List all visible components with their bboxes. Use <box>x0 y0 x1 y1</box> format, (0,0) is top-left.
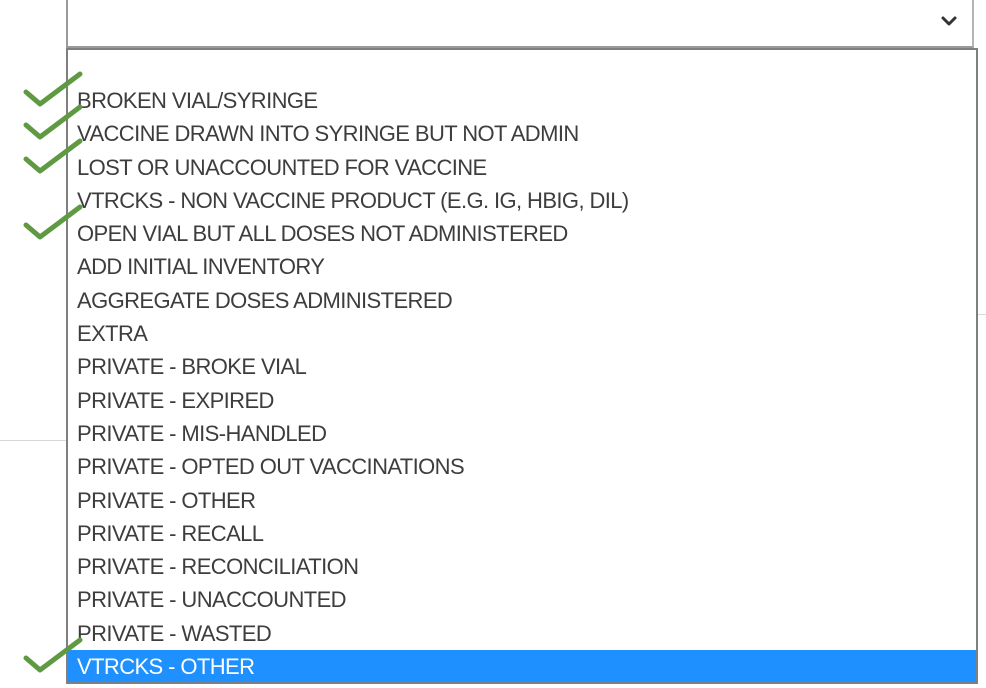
dropdown-option[interactable]: PRIVATE - WASTED <box>68 617 976 650</box>
dropdown-option[interactable]: AGGREGATE DOSES ADMINISTERED <box>68 284 976 317</box>
dropdown-option[interactable]: EXTRA <box>68 317 976 350</box>
dropdown-option[interactable]: PRIVATE - BROKE VIAL <box>68 350 976 383</box>
dropdown-option[interactable]: PRIVATE - EXPIRED <box>68 384 976 417</box>
dropdown-option[interactable]: ADD INITIAL INVENTORY <box>68 250 976 283</box>
dropdown-option[interactable]: VACCINE DRAWN INTO SYRINGE BUT NOT ADMIN <box>68 117 976 150</box>
dropdown-option[interactable]: BROKEN VIAL/SYRINGE <box>68 84 976 117</box>
chevron-down-icon[interactable] <box>940 14 958 28</box>
dropdown-option[interactable]: PRIVATE - RECONCILIATION <box>68 550 976 583</box>
reason-dropdown-list[interactable]: BROKEN VIAL/SYRINGE VACCINE DRAWN INTO SY… <box>66 48 978 684</box>
dropdown-option[interactable]: VTRCKS - NON VACCINE PRODUCT (E.G. IG, H… <box>68 184 976 217</box>
dropdown-option[interactable]: PRIVATE - MIS-HANDLED <box>68 417 976 450</box>
reason-select[interactable] <box>66 0 974 48</box>
dropdown-option[interactable]: PRIVATE - RECALL <box>68 517 976 550</box>
dropdown-option[interactable]: LOST OR UNACCOUNTED FOR VACCINE <box>68 151 976 184</box>
option-list: BROKEN VIAL/SYRINGE VACCINE DRAWN INTO SY… <box>68 50 976 682</box>
background-divider <box>0 440 66 441</box>
dropdown-option[interactable]: PRIVATE - UNACCOUNTED <box>68 583 976 616</box>
dropdown-option[interactable]: PRIVATE - OTHER <box>68 484 976 517</box>
screen: BROKEN VIAL/SYRINGE VACCINE DRAWN INTO SY… <box>0 0 986 688</box>
background-divider <box>978 314 986 315</box>
dropdown-option[interactable]: PRIVATE - OPTED OUT VACCINATIONS <box>68 450 976 483</box>
dropdown-option[interactable]: VTRCKS - OTHER <box>68 650 976 682</box>
dropdown-option[interactable]: OPEN VIAL BUT ALL DOSES NOT ADMINISTERED <box>68 217 976 250</box>
